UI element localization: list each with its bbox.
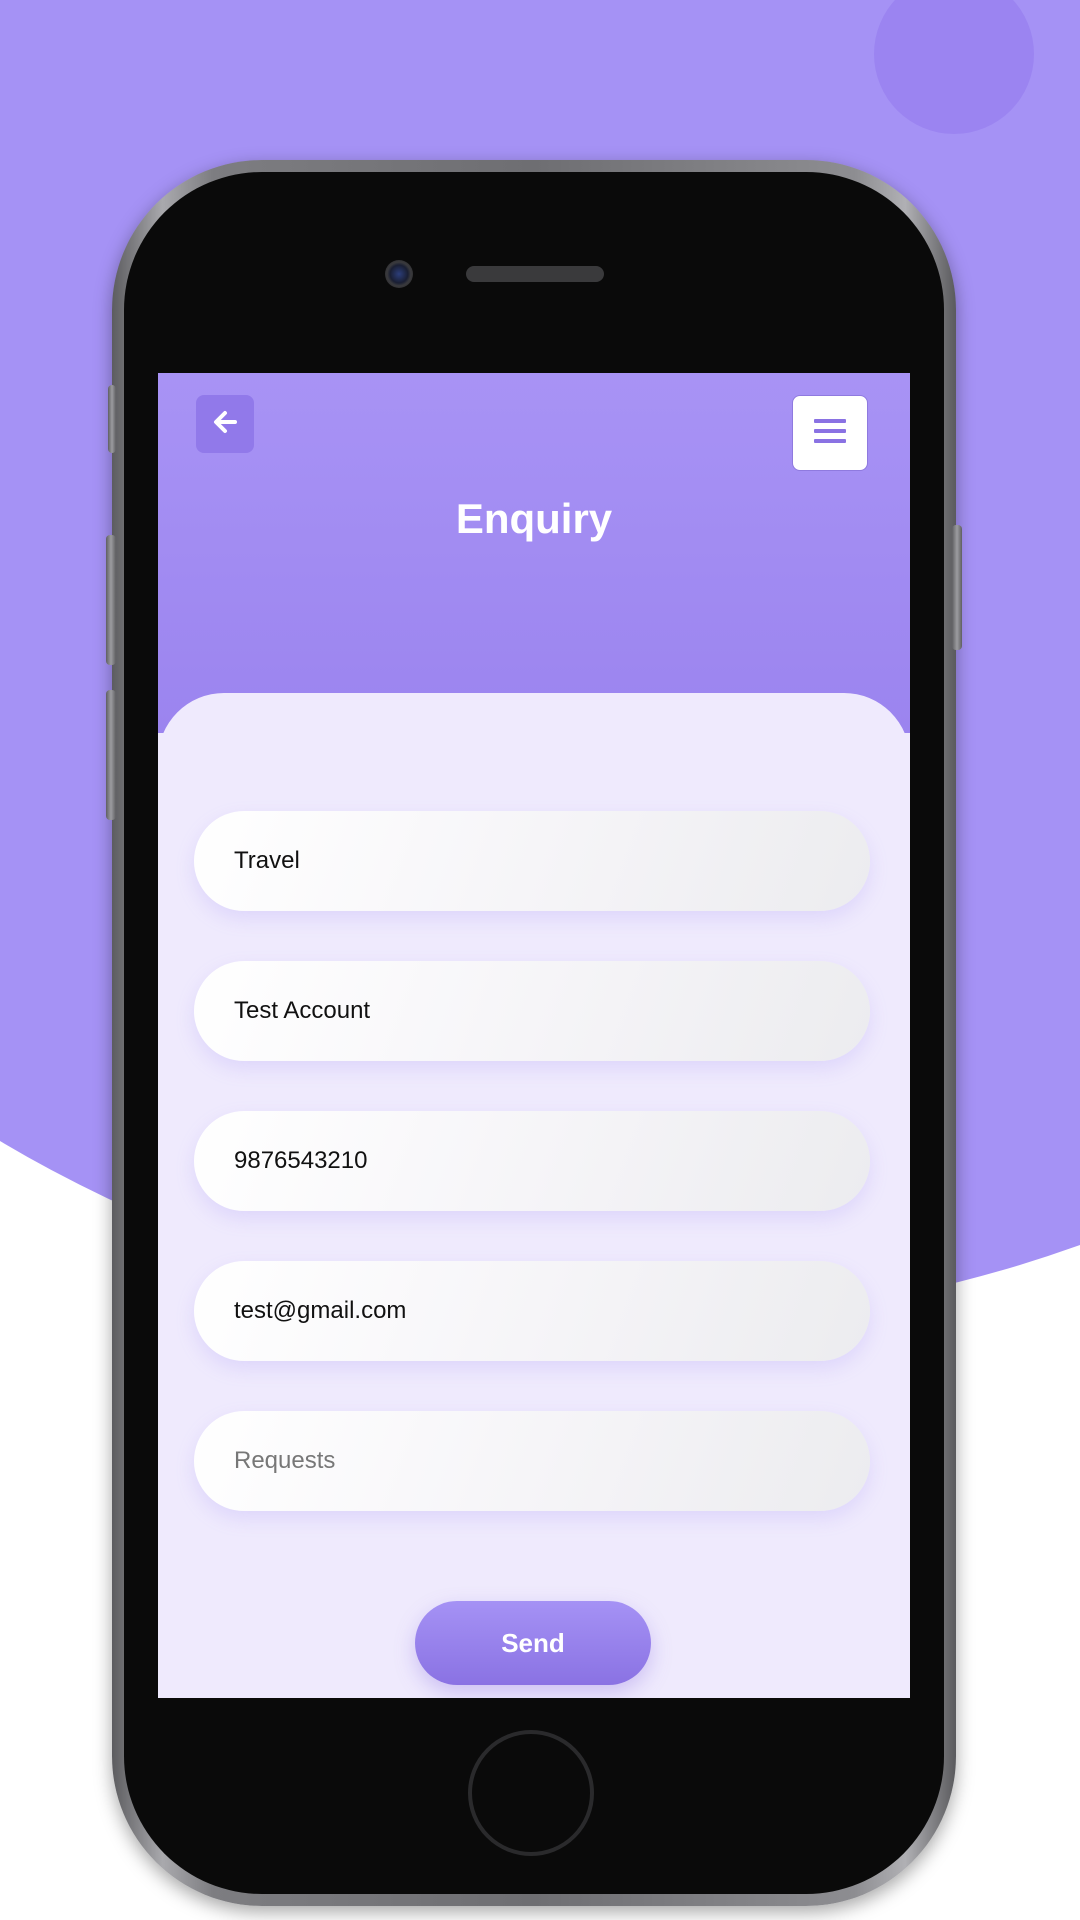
menu-button[interactable]: [792, 395, 868, 471]
phone-field[interactable]: 9876543210: [194, 1111, 870, 1211]
phone-power-button: [952, 525, 962, 650]
service-field[interactable]: Travel: [194, 811, 870, 911]
page-title: Enquiry: [455, 495, 613, 542]
app-screen: Enquiry Travel Test Account 9876543210 t…: [158, 373, 910, 1698]
phone-volume-up: [106, 535, 116, 665]
email-field[interactable]: test@gmail.com: [194, 1261, 870, 1361]
form-card: Travel Test Account 9876543210 test@gmai…: [158, 693, 910, 1698]
send-button[interactable]: Send: [415, 1601, 651, 1685]
phone-camera: [385, 260, 413, 288]
phone-speaker: [466, 266, 604, 282]
name-field[interactable]: Test Account: [194, 961, 870, 1061]
back-button[interactable]: [196, 395, 254, 453]
arrow-left-icon: [210, 407, 240, 442]
hamburger-menu-icon: [814, 417, 846, 450]
page: Enquiry Travel Test Account 9876543210 t…: [0, 0, 1080, 1920]
requests-field[interactable]: Requests: [194, 1411, 870, 1511]
phone-mute-switch: [108, 385, 116, 453]
phone-volume-down: [106, 690, 116, 820]
phone-home-button: [468, 1730, 594, 1856]
header: Enquiry: [158, 373, 910, 733]
